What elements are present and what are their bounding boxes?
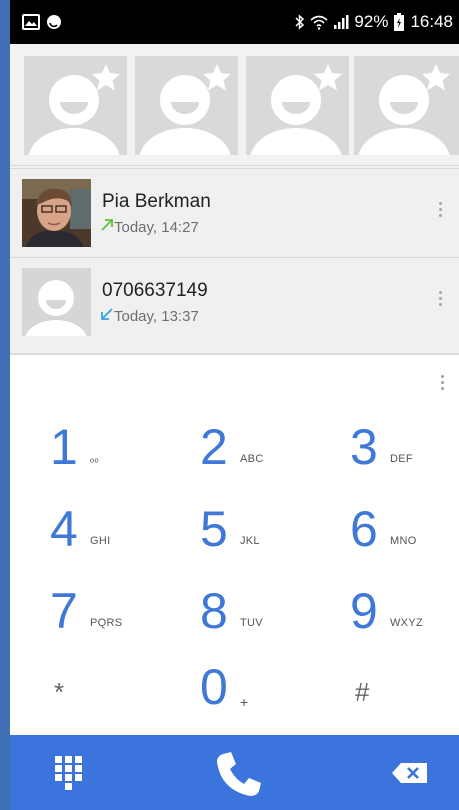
dialer-action-bar [10,735,459,810]
status-bar: 92% 16:48 [10,0,459,44]
call-icon[interactable] [213,748,265,800]
key-1[interactable]: 1 ₒₒ [50,422,190,492]
favorite-contact[interactable] [24,56,127,155]
sync-icon [46,14,62,30]
gallery-icon [22,14,40,30]
voicemail-icon: ₒₒ [90,453,99,465]
key-0[interactable]: 0 + [200,662,340,732]
key-7[interactable]: 7 PQRS [50,586,190,656]
recent-call-row[interactable]: 0706637149 Today, 13:37 [10,257,459,345]
contact-number: 0706637149 [102,280,208,301]
star-icon [92,64,120,91]
bluetooth-icon [295,14,305,30]
key-8[interactable]: 8 TUV [200,586,340,656]
favorites-strip [10,44,459,166]
recent-call-row[interactable]: Pia Berkman Today, 14:27 [10,168,459,256]
signal-icon [333,14,349,30]
star-icon [314,64,342,91]
contact-name: Pia Berkman [102,191,211,212]
call-time: Today, 13:37 [114,308,199,325]
key-6[interactable]: 6 MNO [350,504,459,574]
dialer-more-options-icon[interactable] [439,375,445,395]
contact-placeholder-icon [139,64,231,155]
more-options-icon[interactable] [437,291,443,311]
clock: 16:48 [410,12,453,31]
favorite-contact[interactable] [135,56,238,155]
recent-calls-list: Pia Berkman Today, 14:27 0706637149 Toda… [10,166,459,351]
call-time: Today, 14:27 [114,219,199,236]
key-9[interactable]: 9 WXYZ [350,586,459,656]
dial-pad: 1 ₒₒ 2 ABC 3 DEF 4 GHI 5 JKL 6 MNO 7 PQR… [10,353,459,735]
incoming-call-arrow-icon [101,308,113,320]
star-icon [203,64,231,91]
favorite-contact[interactable] [354,56,459,155]
star-icon [422,64,450,91]
backspace-icon[interactable] [391,762,429,784]
wifi-icon [310,14,328,30]
contact-placeholder-icon [22,268,91,336]
key-4[interactable]: 4 GHI [50,504,190,574]
key-3[interactable]: 3 DEF [350,422,459,492]
phone-frame: 92% 16:48 Pia Berkman Today, 14:27 07066… [10,0,459,810]
contact-photo [22,179,91,247]
battery-icon [393,13,405,31]
contact-placeholder-icon [358,64,450,155]
battery-percent: 92% [354,12,389,31]
contact-placeholder-icon [28,64,120,155]
outgoing-call-arrow-icon [101,219,113,231]
key-5[interactable]: 5 JKL [200,504,340,574]
contact-placeholder-icon [250,64,342,155]
more-options-icon[interactable] [437,202,443,222]
dialpad-icon[interactable] [53,754,89,792]
key-2[interactable]: 2 ABC [200,422,340,492]
favorite-contact[interactable] [246,56,349,155]
